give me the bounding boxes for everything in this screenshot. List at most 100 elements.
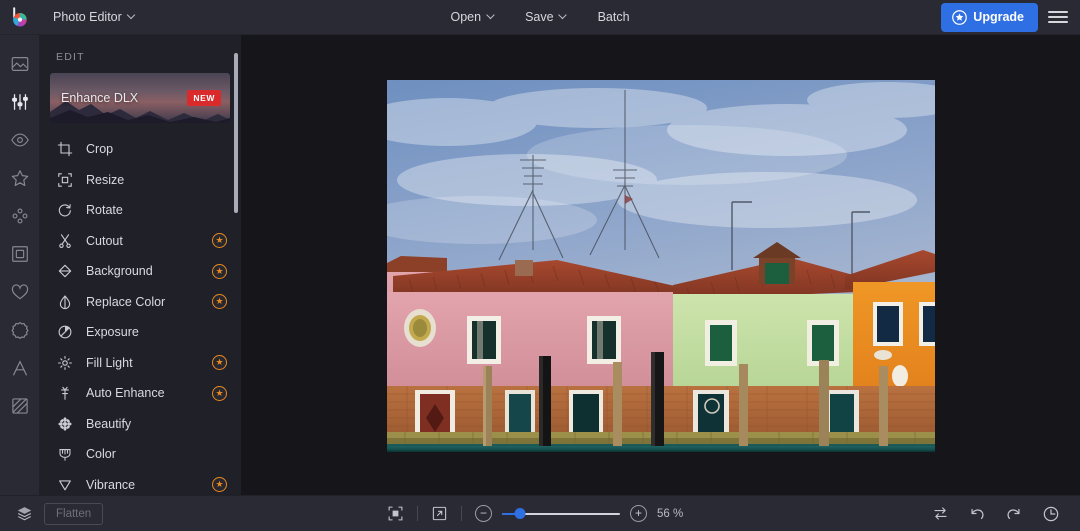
promo-wrapper: Enhance DLX NEW bbox=[39, 73, 241, 132]
edit-panel: EDIT Enhance DLX NEW Crop Resize Rotate … bbox=[39, 35, 241, 531]
batch-label: Batch bbox=[597, 10, 630, 24]
menu-item-crop[interactable]: Crop bbox=[39, 134, 241, 165]
pro-badge: ★ bbox=[212, 385, 227, 401]
compare-icon[interactable] bbox=[932, 505, 949, 522]
menu-item-exposure[interactable]: Exposure bbox=[39, 317, 241, 348]
flatten-button[interactable]: Flatten bbox=[44, 502, 104, 525]
rail-item-photo[interactable] bbox=[0, 45, 39, 83]
history-clock-icon[interactable] bbox=[1042, 505, 1060, 523]
badge-icon bbox=[10, 321, 28, 339]
droplet-icon bbox=[56, 293, 74, 311]
zoom-out-button[interactable]: − bbox=[475, 505, 492, 522]
menu-item-label: Crop bbox=[86, 142, 114, 157]
zoom-level-label: 56 % bbox=[657, 507, 684, 520]
app-menu-label: Photo Editor bbox=[53, 10, 122, 24]
new-badge: NEW bbox=[187, 90, 221, 106]
menu-item-beautify[interactable]: Beautify bbox=[39, 409, 241, 440]
rotate-icon bbox=[56, 201, 74, 219]
gem-icon bbox=[56, 262, 74, 280]
fit-to-screen-icon[interactable] bbox=[387, 505, 404, 522]
heart-icon bbox=[11, 284, 28, 300]
top-bar: Photo Editor Open Save Batch Upgrade bbox=[0, 0, 1080, 35]
menu-item-fill-light[interactable]: Fill Light ★ bbox=[39, 348, 241, 379]
bottom-bar-left: Flatten bbox=[0, 502, 104, 525]
zoom-in-button[interactable]: + bbox=[630, 505, 647, 522]
rail-item-favorites[interactable] bbox=[0, 159, 39, 197]
editor-body: ? EDIT Enhance DLX NEW bbox=[0, 35, 1080, 531]
menu-item-resize[interactable]: Resize bbox=[39, 165, 241, 196]
save-label: Save bbox=[525, 10, 554, 24]
chevron-down-icon bbox=[128, 12, 136, 20]
pixlr-logo[interactable] bbox=[8, 5, 32, 29]
open-label: Open bbox=[450, 10, 482, 24]
menu-item-label: Replace Color bbox=[86, 294, 166, 309]
rail-item-text[interactable] bbox=[0, 349, 39, 387]
divider bbox=[417, 506, 418, 521]
menu-item-label: Resize bbox=[86, 172, 125, 187]
bottom-bar-center: − + 56 % bbox=[387, 505, 693, 522]
panel-scrollbar[interactable] bbox=[234, 53, 238, 213]
rail-item-frames[interactable] bbox=[0, 235, 39, 273]
menu-item-label: Beautify bbox=[86, 416, 132, 431]
zoom-slider[interactable] bbox=[502, 507, 620, 521]
pro-badge: ★ bbox=[212, 477, 227, 493]
pro-badge: ★ bbox=[212, 233, 227, 249]
edit-tool-list: Crop Resize Rotate Cutout ★ Background ★… bbox=[39, 132, 241, 531]
texture-icon bbox=[11, 398, 28, 414]
frame-icon bbox=[11, 246, 28, 262]
rail-item-effects[interactable] bbox=[0, 121, 39, 159]
layers-icon[interactable] bbox=[16, 505, 33, 522]
left-tool-rail: ? bbox=[0, 35, 39, 531]
star-circle-icon bbox=[952, 9, 968, 25]
palette-icon bbox=[56, 445, 74, 463]
enhance-dlx-promo-card[interactable]: Enhance DLX NEW bbox=[50, 73, 230, 123]
menu-item-cutout[interactable]: Cutout ★ bbox=[39, 226, 241, 257]
save-button[interactable]: Save bbox=[512, 4, 581, 30]
particles-icon bbox=[12, 208, 27, 224]
bottom-bar-right bbox=[932, 505, 1066, 523]
fill-light-icon bbox=[56, 354, 74, 372]
menu-item-auto-enhance[interactable]: Auto Enhance ★ bbox=[39, 378, 241, 409]
sliders-icon bbox=[11, 94, 28, 110]
bottom-bar: Flatten − + 56 % bbox=[0, 495, 1080, 531]
divider bbox=[461, 506, 462, 521]
redo-icon[interactable] bbox=[1005, 505, 1023, 523]
upgrade-button[interactable]: Upgrade bbox=[941, 2, 1038, 32]
zoom-slider-knob[interactable] bbox=[514, 508, 526, 519]
menu-item-label: Vibrance bbox=[86, 477, 136, 492]
rail-item-stickers[interactable] bbox=[0, 273, 39, 311]
menu-item-rotate[interactable]: Rotate bbox=[39, 195, 241, 226]
pro-badge: ★ bbox=[212, 263, 227, 279]
top-bar-actions: Open Save Batch bbox=[437, 4, 642, 30]
promo-label: Enhance DLX bbox=[61, 91, 139, 105]
resize-icon bbox=[56, 171, 74, 189]
open-button[interactable]: Open bbox=[437, 4, 508, 30]
menu-item-background[interactable]: Background ★ bbox=[39, 256, 241, 287]
triangle-down-icon bbox=[56, 476, 74, 494]
batch-button[interactable]: Batch bbox=[585, 4, 643, 30]
menu-item-color[interactable]: Color bbox=[39, 439, 241, 470]
contrast-icon bbox=[56, 323, 74, 341]
eye-icon bbox=[10, 133, 29, 147]
canvas-image[interactable] bbox=[386, 79, 935, 452]
menu-item-replace-color[interactable]: Replace Color ★ bbox=[39, 287, 241, 318]
panel-title: EDIT bbox=[56, 51, 85, 63]
photo-editor-app: Photo Editor Open Save Batch Upgrade EDI… bbox=[0, 0, 1080, 531]
scissors-icon bbox=[56, 232, 74, 250]
expand-icon[interactable] bbox=[431, 505, 448, 522]
zoom-control: − + 56 % bbox=[475, 505, 693, 522]
rail-item-badges[interactable] bbox=[0, 311, 39, 349]
crop-icon bbox=[56, 140, 74, 158]
menu-item-label: Fill Light bbox=[86, 355, 133, 370]
top-bar-right: Upgrade bbox=[941, 2, 1080, 32]
rail-item-overlay[interactable] bbox=[0, 387, 39, 425]
rail-item-elements[interactable] bbox=[0, 197, 39, 235]
menu-item-label: Rotate bbox=[86, 203, 123, 218]
hamburger-icon[interactable] bbox=[1048, 9, 1068, 25]
rail-item-adjust[interactable] bbox=[0, 83, 39, 121]
menu-item-label: Exposure bbox=[86, 325, 139, 340]
app-menu-photo-editor[interactable]: Photo Editor bbox=[44, 5, 145, 29]
undo-icon[interactable] bbox=[968, 505, 986, 523]
star-icon bbox=[11, 170, 28, 187]
menu-item-label: Background bbox=[86, 264, 153, 279]
